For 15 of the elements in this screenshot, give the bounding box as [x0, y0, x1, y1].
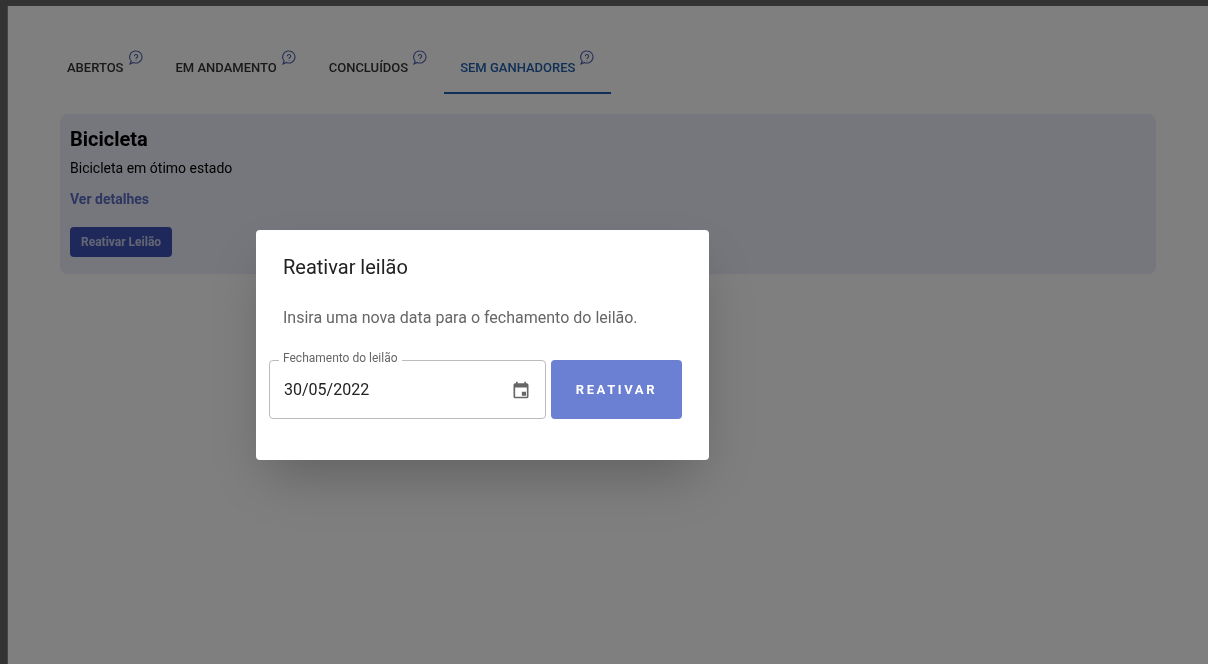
card-title: Bicicleta — [70, 125, 149, 153]
help-icon — [579, 50, 596, 66]
tab[interactable]: CONCLUÍDOS — [312, 50, 445, 94]
help-icon — [127, 50, 144, 66]
help-icon — [412, 50, 429, 66]
tab[interactable]: ABERTOS — [51, 50, 160, 94]
reactivate-button[interactable]: Reativar Leilão — [70, 226, 173, 257]
tab[interactable]: EM ANDAMENTO — [159, 50, 313, 94]
help-icon — [280, 50, 297, 66]
reactivate-button[interactable]: REATIVAR — [550, 360, 682, 419]
dialog-message: Insira uma nova data para o fechamento do leilão. — [283, 307, 639, 329]
details-link[interactable]: Ver detalhes — [70, 190, 149, 207]
card-description: Bicicleta em ótimo estado — [70, 158, 234, 178]
dialog-title: Reativar leilão — [283, 254, 409, 281]
tab[interactable]: SEM GANHADORES — [444, 50, 612, 94]
